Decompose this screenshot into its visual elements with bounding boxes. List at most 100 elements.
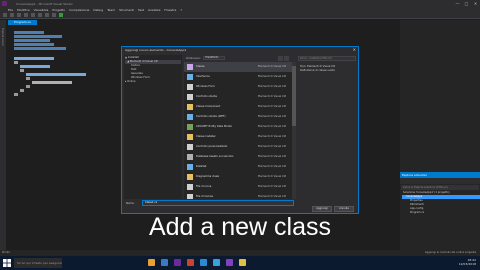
solution-explorer-search[interactable]: Cerca in Esplora soluzioni (CTRL+ò) <box>401 185 479 190</box>
template-item-resource-file[interactable]: File di risorse Elementi di Visual C# <box>184 192 294 199</box>
mail-icon[interactable] <box>213 259 220 266</box>
list-view-icon[interactable] <box>284 56 289 61</box>
scrollbar-thumb[interactable] <box>292 66 296 126</box>
code-line <box>32 81 72 84</box>
menu-debug[interactable]: Debug <box>93 8 103 12</box>
template-name: File di icona <box>196 185 212 188</box>
minimize-button[interactable]: — <box>453 0 462 7</box>
template-item-service-database[interactable]: Database basato sul servizio Elementi di… <box>184 152 294 162</box>
template-category: Elementi di Visual C# <box>258 65 287 68</box>
chrome-icon[interactable] <box>239 259 246 266</box>
menu-help[interactable]: ? <box>180 8 182 12</box>
new-project-icon[interactable] <box>17 13 21 17</box>
back-icon[interactable] <box>3 13 7 17</box>
template-item-class[interactable]: Classe Elementi di Visual C# <box>184 62 294 72</box>
code-line <box>26 77 30 80</box>
component-icon <box>187 104 193 110</box>
template-list: Classe Elementi di Visual C# Interfaccia… <box>184 62 296 199</box>
menu-test[interactable]: Test <box>138 8 144 12</box>
sort-label: Ordina per: <box>186 57 201 60</box>
file-explorer-icon[interactable] <box>148 259 155 266</box>
visual-studio-icon[interactable] <box>174 259 181 266</box>
menu-window[interactable]: Finestra <box>164 8 176 12</box>
template-name: Classe <box>196 65 205 68</box>
template-item-component-class[interactable]: Classe Component Elementi di Visual C# <box>184 102 294 112</box>
window-title: ConsoleApp1 - Microsoft Visual Studio <box>16 1 73 6</box>
menu-view[interactable]: Visualizza <box>34 8 49 12</box>
template-item-windows-form[interactable]: Windows Form Elementi di Visual C# <box>184 82 294 92</box>
code-line <box>26 85 30 88</box>
sort-select[interactable]: Predefinito <box>203 56 226 60</box>
save-icon[interactable] <box>31 13 35 17</box>
start-debug-icon[interactable] <box>59 13 63 17</box>
template-item-interface[interactable]: Interfaccia Elementi di Visual C# <box>184 72 294 82</box>
icon-file-icon <box>187 184 193 190</box>
menu-project[interactable]: Progetto <box>52 8 65 12</box>
save-all-icon[interactable] <box>38 13 42 17</box>
office-icon[interactable] <box>187 259 194 266</box>
menu-tools[interactable]: Strumenti <box>119 8 134 12</box>
code-line <box>14 43 54 46</box>
app-icon[interactable] <box>226 259 233 266</box>
tree-online[interactable]: ▸ Online <box>125 80 181 84</box>
dataset-icon <box>187 164 193 170</box>
status-text: Pronto <box>2 251 11 254</box>
database-icon <box>187 154 193 160</box>
template-name: Controllo utente (WPF) <box>196 115 226 118</box>
system-clock[interactable]: 18:42 12/03/2018 <box>459 258 476 266</box>
menu-build[interactable]: Compilazione <box>69 8 89 12</box>
template-item-user-control[interactable]: Controllo utente Elementi di Visual C# <box>184 92 294 102</box>
taskbar-icons <box>148 259 246 266</box>
template-category: Elementi di Visual C# <box>258 135 287 138</box>
resource-file-icon <box>187 194 193 199</box>
server-explorer-tab[interactable]: Esplora server <box>1 28 4 46</box>
template-category: Elementi di Visual C# <box>258 115 287 118</box>
menu-edit[interactable]: Modifica <box>17 8 30 12</box>
dialog-close-button[interactable]: ✕ <box>353 47 356 53</box>
open-icon[interactable] <box>24 13 28 17</box>
windows-start-icon[interactable] <box>3 259 11 267</box>
template-item-entity-data-model[interactable]: ADO.NET Entity Data Model Elementi di Vi… <box>184 122 294 132</box>
code-line <box>14 39 50 42</box>
template-category: Elementi di Visual C# <box>258 185 287 188</box>
tab-program-cs[interactable]: Program.cs <box>8 20 37 25</box>
user-control-icon <box>187 94 193 100</box>
template-item-wpf-user-control[interactable]: Controllo utente (WPF) Elementi di Visua… <box>184 112 294 122</box>
name-label: Nome: <box>126 202 135 205</box>
custom-control-icon <box>187 144 193 150</box>
template-item-installer-class[interactable]: Classe Installer Elementi di Visual C# <box>184 132 294 142</box>
code-line <box>14 61 18 64</box>
maximize-button[interactable]: □ <box>462 0 471 7</box>
template-search-input[interactable]: Cerca - Installati (CTRL+E) <box>298 56 356 61</box>
info-description: Definizione di classe vuota <box>300 69 335 72</box>
template-name: File di risorse <box>196 195 214 198</box>
edge-icon[interactable] <box>161 259 168 266</box>
redo-icon[interactable] <box>52 13 56 17</box>
view-buttons <box>278 56 289 61</box>
template-info-panel: Tipo: Elementi di Visual C# Definizione … <box>300 65 358 73</box>
template-item-icon-file[interactable]: File di icona Elementi di Visual C# <box>184 182 294 192</box>
close-window-button[interactable]: ✕ <box>471 0 480 7</box>
menu-analyze[interactable]: Analizza <box>148 8 160 12</box>
template-item-dataset[interactable]: DataSet Elementi di Visual C# <box>184 162 294 172</box>
store-icon[interactable] <box>200 259 207 266</box>
template-category: Elementi di Visual C# <box>258 165 287 168</box>
dialog-title: Aggiungi nuovo elemento - ConsoleApp1 <box>122 47 358 53</box>
class-diagram-icon <box>187 174 193 180</box>
window-controls: — □ ✕ <box>453 0 480 7</box>
menu-team[interactable]: Team <box>107 8 115 12</box>
forward-icon[interactable] <box>10 13 14 17</box>
name-input[interactable]: Class1.cs <box>142 200 294 206</box>
template-item-class-diagram[interactable]: Diagramma classi Elementi di Visual C# <box>184 172 294 182</box>
undo-icon[interactable] <box>45 13 49 17</box>
menu-file[interactable]: File <box>8 8 13 12</box>
grid-view-icon[interactable] <box>278 56 283 61</box>
taskbar-search-input[interactable]: Scrivi qui il testo per eseguire la rice… <box>14 258 62 268</box>
code-line <box>14 47 66 50</box>
template-list-scrollbar[interactable] <box>292 62 296 199</box>
template-name: Controllo utente <box>196 95 218 98</box>
template-name: Diagramma classi <box>196 175 220 178</box>
visual-studio-logo-icon <box>2 1 7 6</box>
template-name: Windows Form <box>196 85 215 88</box>
template-item-custom-control[interactable]: Controllo personalizzato Elementi di Vis… <box>184 142 294 152</box>
